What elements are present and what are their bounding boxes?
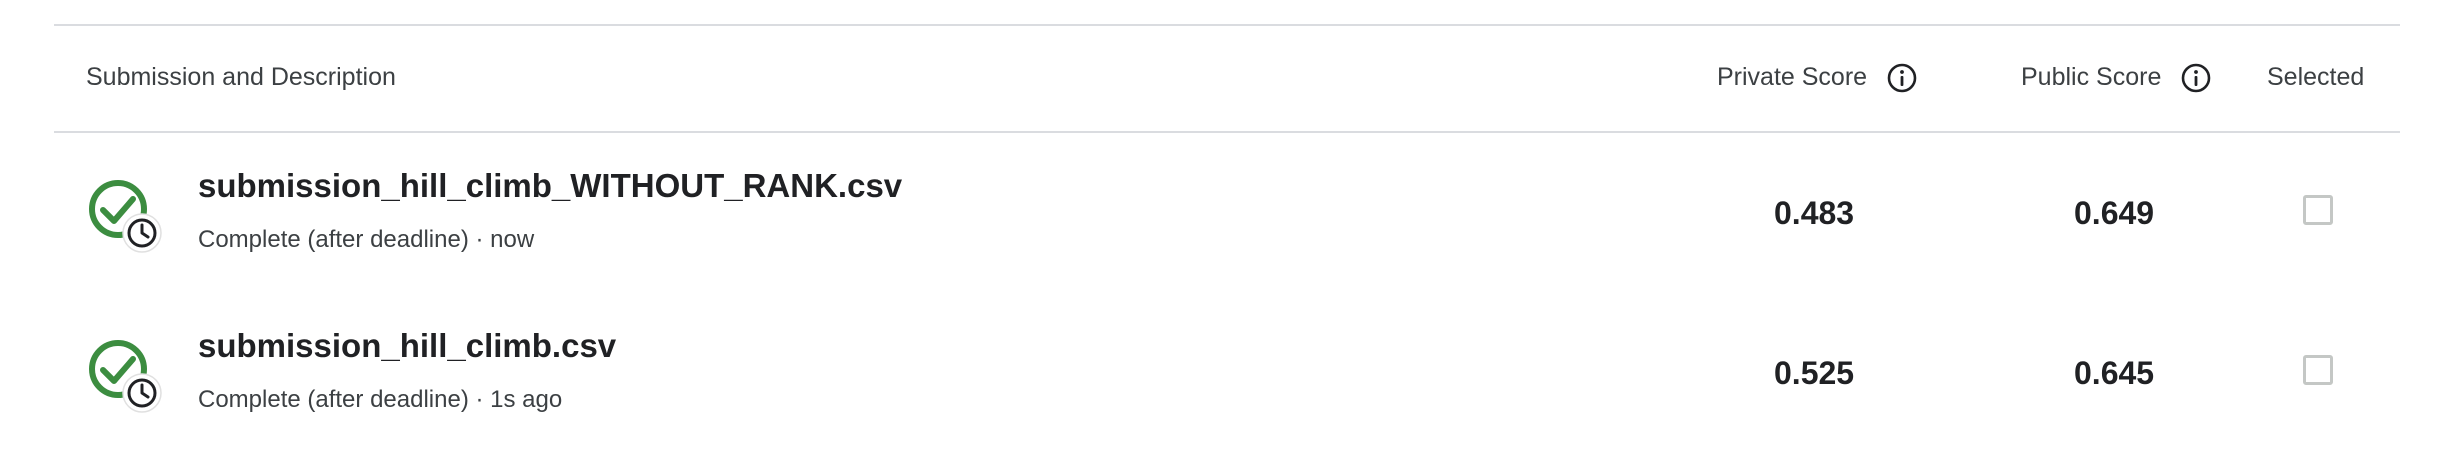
public-score-value: 0.645	[2074, 354, 2155, 391]
table-row: submission_hill_climb.csv Complete (afte…	[54, 293, 2400, 453]
private-score-value: 0.525	[1774, 354, 1855, 391]
column-header-description: Submission and Description	[86, 24, 396, 131]
submission-status: Complete (after deadline) · 1s ago	[198, 386, 563, 413]
public-score-info-icon[interactable]	[2179, 61, 2213, 95]
selected-checkbox[interactable]	[2303, 195, 2333, 225]
column-header-selected: Selected	[2267, 24, 2364, 131]
public-score-value: 0.649	[2074, 194, 2155, 231]
submission-filename[interactable]: submission_hill_climb_WITHOUT_RANK.csv	[198, 167, 902, 205]
check-circle-with-clock-icon	[88, 339, 162, 413]
selected-checkbox[interactable]	[2303, 355, 2333, 385]
private-score-info-icon[interactable]	[1885, 61, 1919, 95]
submission-filename[interactable]: submission_hill_climb.csv	[198, 327, 616, 365]
check-circle-with-clock-icon	[88, 179, 162, 253]
table-row: submission_hill_climb_WITHOUT_RANK.csv C…	[54, 133, 2400, 293]
column-header-private-score-label: Private Score	[1717, 63, 1868, 91]
column-header-selected-label: Selected	[2267, 63, 2365, 91]
column-header-public-score-label: Public Score	[2021, 63, 2162, 91]
column-header-description-label: Submission and Description	[86, 63, 396, 91]
private-score-value: 0.483	[1774, 194, 1855, 231]
column-header-private-score: Private Score	[1717, 24, 1919, 131]
table-header: Submission and Description Private Score…	[54, 24, 2400, 131]
submission-status: Complete (after deadline) · now	[198, 226, 535, 253]
column-header-public-score: Public Score	[2021, 24, 2213, 131]
